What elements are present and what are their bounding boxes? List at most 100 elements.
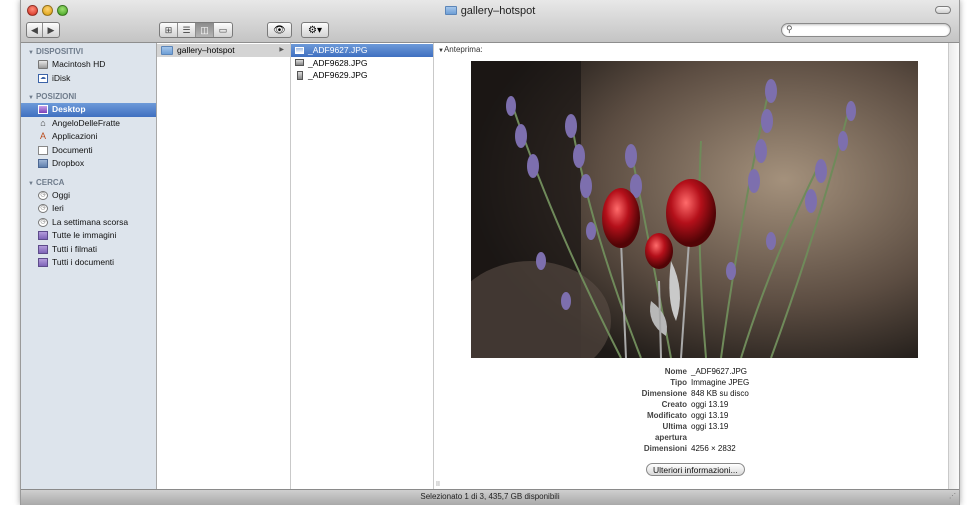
- item-label: gallery–hotspot: [177, 45, 235, 55]
- sidebar-item-desktop[interactable]: Desktop: [21, 103, 156, 117]
- file-info-table: Nome _ADF9627.JPG Tipo Immagine JPEG Dimen…: [434, 366, 949, 454]
- info-key: Tipo: [670, 378, 687, 387]
- hard-disk-icon: [38, 60, 48, 70]
- list-item[interactable]: _ADF9628.JPG: [291, 57, 433, 70]
- info-row: Creato oggi 13.19: [434, 399, 949, 410]
- applications-icon: A: [39, 131, 46, 141]
- info-value: Immagine JPEG: [691, 378, 750, 387]
- sidebar-item-today[interactable]: ◷ Oggi: [21, 189, 156, 203]
- info-row: Tipo Immagine JPEG: [434, 377, 949, 388]
- folder-icon: [444, 6, 457, 15]
- sidebar-item-idisk[interactable]: ☁ iDisk: [21, 72, 156, 86]
- item-label: _ADF9628.JPG: [308, 57, 368, 68]
- info-value: oggi 13.19: [691, 422, 729, 431]
- navigation-buttons: ◀ ▶: [26, 22, 60, 38]
- preview-header[interactable]: ▼Anteprima:: [438, 45, 483, 54]
- sidebar-item-label: Macintosh HD: [52, 59, 106, 69]
- info-row: Dimensione 848 KB su disco: [434, 388, 949, 399]
- icon-view-button[interactable]: ⊞: [160, 23, 178, 37]
- info-key: Dimensione: [641, 389, 687, 398]
- finder-window: gallery–hotspot ◀ ▶ ⊞ ☰ ◫ ▭ 👁 ⚙▾ ⚲ ▼ DISP…: [20, 0, 960, 505]
- sidebar-item-applications[interactable]: A Applicazioni: [21, 130, 156, 144]
- sidebar-item-label: Tutti i documenti: [52, 257, 115, 267]
- vertical-scrollbar[interactable]: [948, 43, 959, 490]
- toolbar-toggle-button[interactable]: [935, 6, 951, 14]
- window-title: gallery–hotspot: [21, 5, 959, 17]
- eye-icon: 👁: [273, 24, 286, 36]
- forward-button[interactable]: ▶: [43, 23, 59, 37]
- preview-column: ▼Anteprima: Nome _ADF9627.JPG Tipo Immag…: [434, 43, 949, 490]
- sidebar-item-label: Applicazioni: [52, 131, 98, 141]
- list-item[interactable]: _ADF9627.JPG: [291, 44, 433, 57]
- back-arrow-icon: ◀: [31, 24, 38, 35]
- sidebar-item-label: AngeloDelleFratte: [52, 117, 121, 128]
- info-key: apertura: [654, 433, 687, 442]
- browser-column-2[interactable]: _ADF9627.JPG _ADF9628.JPG _ADF9629.JPG I…: [291, 43, 438, 490]
- sidebar-item-label: Oggi: [52, 189, 70, 200]
- sidebar-item-dropbox[interactable]: Dropbox: [21, 157, 156, 171]
- column-view-icon: ◫: [200, 24, 209, 35]
- disclosure-triangle-icon: ▼: [28, 95, 34, 101]
- sidebar-item-all-movies[interactable]: Tutti i filmati: [21, 243, 156, 257]
- action-menu-button[interactable]: ⚙▾: [301, 22, 329, 38]
- sidebar-item-all-documents[interactable]: Tutti i documenti: [21, 256, 156, 270]
- icon-view-icon: ⊞: [164, 24, 173, 35]
- back-button[interactable]: ◀: [27, 23, 43, 37]
- section-title: DISPOSITIVI: [35, 47, 84, 56]
- browser-column-1[interactable]: gallery–hotspot ▶ II: [157, 43, 295, 490]
- search-field[interactable]: ⚲: [781, 23, 951, 37]
- sidebar-item-documents[interactable]: Documenti: [21, 144, 156, 158]
- info-value: 4256 × 2832: [691, 444, 736, 453]
- view-mode-buttons: ⊞ ☰ ◫ ▭: [159, 22, 233, 38]
- documents-icon: [38, 145, 48, 155]
- info-key: Modificato: [647, 411, 687, 420]
- info-value: oggi 13.19: [691, 400, 729, 409]
- sidebar-section-devices[interactable]: ▼ DISPOSITIVI: [21, 45, 156, 58]
- folder-icon: [38, 159, 48, 169]
- sidebar-section-search[interactable]: ▼ CERCA: [21, 176, 156, 189]
- item-label: _ADF9629.JPG: [308, 70, 368, 80]
- info-value: oggi 13.19: [691, 411, 729, 420]
- preview-image: [471, 61, 918, 358]
- sidebar-item-home[interactable]: ⌂ AngeloDelleFratte: [21, 117, 156, 131]
- folder-icon: [161, 45, 173, 55]
- column-view-button[interactable]: ◫: [196, 23, 214, 37]
- column-resize-handle[interactable]: II: [436, 481, 440, 488]
- home-icon: ⌂: [40, 117, 46, 128]
- info-key: Dimensioni: [643, 444, 687, 453]
- sidebar-item-label: Tutte le immagini: [52, 230, 117, 240]
- status-bar: Selezionato 1 di 3, 435,7 GB disponibili…: [21, 489, 959, 505]
- sidebar-item-yesterday[interactable]: ◷ Ieri: [21, 202, 156, 216]
- window-title-text: gallery–hotspot: [460, 5, 536, 17]
- disclosure-triangle-icon: ▼: [28, 50, 34, 56]
- resize-grip-icon[interactable]: ⋰: [949, 490, 956, 504]
- forward-arrow-icon: ▶: [47, 24, 55, 35]
- sidebar: ▼ DISPOSITIVI Macintosh HD ☁ iDisk ▼ POSIZI…: [21, 43, 157, 490]
- flower-photo: [471, 61, 918, 358]
- list-item[interactable]: gallery–hotspot ▶: [157, 44, 290, 57]
- sidebar-section-places[interactable]: ▼ POSIZIONI: [21, 90, 156, 103]
- preview-header-label: Anteprima:: [443, 45, 483, 54]
- cover-flow-button[interactable]: ▭: [214, 23, 232, 37]
- chevron-right-icon: ▶: [279, 47, 284, 53]
- sidebar-item-label: Documenti: [52, 144, 93, 155]
- smart-folder-icon: [38, 244, 48, 254]
- clock-icon: ◷: [38, 190, 48, 200]
- quick-look-button[interactable]: 👁: [267, 22, 292, 38]
- list-item[interactable]: _ADF9629.JPG: [291, 69, 433, 82]
- gear-icon: ⚙▾: [308, 24, 322, 36]
- sidebar-item-label: Dropbox: [52, 158, 85, 168]
- section-title: CERCA: [35, 177, 65, 187]
- more-info-button[interactable]: Ulteriori informazioni...: [646, 463, 745, 476]
- sidebar-item-last-week[interactable]: ◷ La settimana scorsa: [21, 216, 156, 230]
- list-view-button[interactable]: ☰: [178, 23, 196, 37]
- clock-icon: ◷: [38, 217, 48, 227]
- sidebar-item-macintosh-hd[interactable]: Macintosh HD: [21, 58, 156, 72]
- sidebar-item-label: Desktop: [52, 104, 86, 114]
- cover-flow-icon: ▭: [218, 24, 228, 35]
- smart-folder-icon: [38, 258, 48, 268]
- status-text: Selezionato 1 di 3, 435,7 GB disponibili: [420, 492, 560, 501]
- sidebar-item-label: iDisk: [52, 72, 71, 83]
- smart-folder-icon: [38, 231, 48, 241]
- sidebar-item-all-images[interactable]: Tutte le immagini: [21, 229, 156, 243]
